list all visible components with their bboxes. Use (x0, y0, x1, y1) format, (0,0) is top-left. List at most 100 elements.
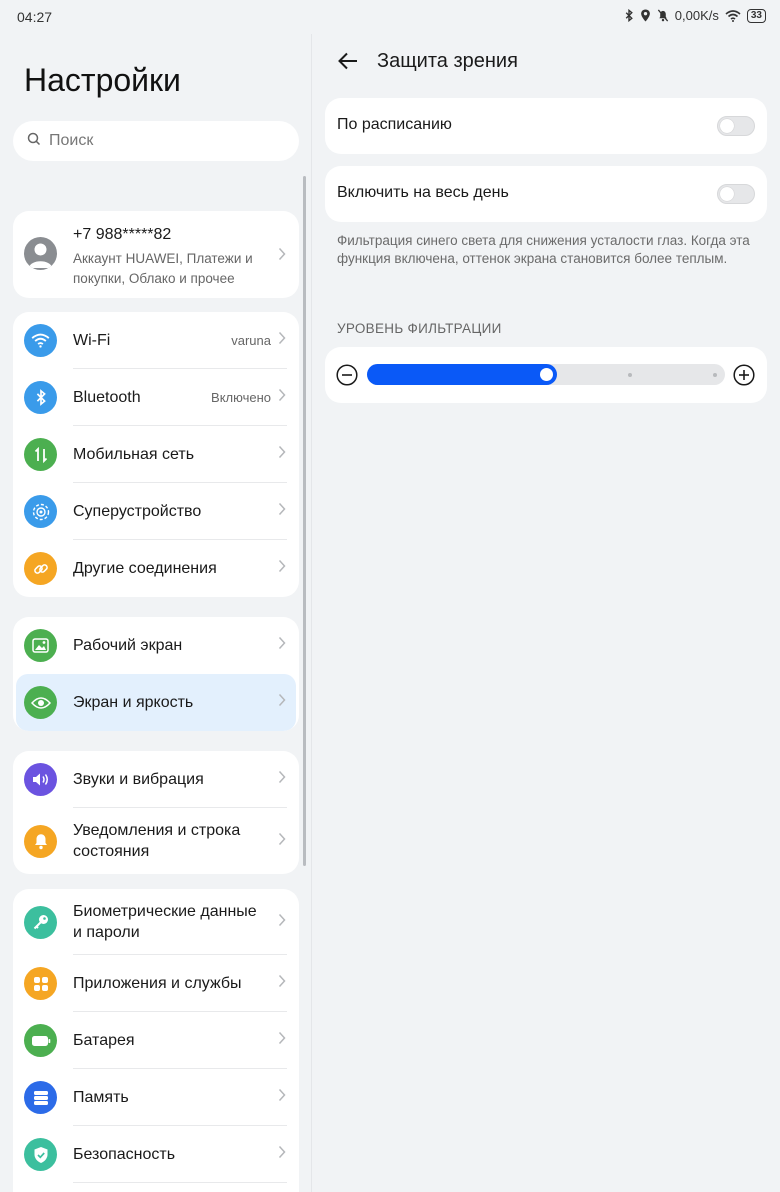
sidebar-item-apps[interactable]: Приложения и службы (13, 955, 299, 1012)
key-icon (24, 905, 57, 939)
sidebar-item-label: Рабочий экран (73, 637, 183, 654)
filter-level-heading: УРОВЕНЬ ФИЛЬТРАЦИИ (337, 321, 502, 336)
slider-step-dot (628, 373, 633, 377)
sidebar-item-label: Другие соединения (73, 560, 217, 577)
superdevice-icon (24, 495, 57, 528)
search-bar[interactable] (13, 121, 299, 161)
chevron-right-icon (278, 1145, 286, 1164)
sidebar-item-home-screen[interactable]: Рабочий экран (13, 617, 299, 674)
sound-icon (24, 763, 57, 796)
sidebar-item-storage[interactable]: Память (13, 1069, 299, 1126)
wifi-status-icon (725, 9, 741, 22)
sidebar-item-superdevice[interactable]: Суперустройство (13, 483, 299, 540)
sidebar-item-mobile-network[interactable]: Мобильная сеть (13, 426, 299, 483)
bluetooth-status-icon (624, 9, 634, 22)
all-day-toggle[interactable] (717, 184, 755, 204)
page-title: Настройки (24, 62, 181, 98)
chevron-right-icon (278, 832, 286, 851)
avatar (24, 237, 57, 270)
bluetooth-icon (24, 381, 57, 414)
home-screen-icon (24, 629, 57, 662)
filter-level-card (325, 347, 767, 403)
connectivity-card: Wi-Fi varuna Bluetooth Включено Мобильна… (13, 312, 299, 597)
sidebar-item-value: Включено (211, 390, 271, 405)
apps-icon (24, 967, 57, 1000)
link-icon (24, 552, 57, 585)
chevron-right-icon (278, 445, 286, 464)
sidebar-item-battery[interactable]: Батарея (13, 1012, 299, 1069)
battery-indicator: 33 (746, 8, 766, 23)
schedule-label: По расписанию (337, 116, 452, 133)
status-bar: 04:27 0,00K/s 33 (0, 0, 780, 34)
filter-level-slider[interactable] (367, 364, 725, 385)
sidebar-item-display-brightness[interactable]: Экран и яркость (16, 674, 296, 731)
chevron-right-icon (278, 502, 286, 521)
list-item (13, 1183, 299, 1192)
sidebar-item-value: varuna (231, 333, 271, 348)
sidebar-item-bluetooth[interactable]: Bluetooth Включено (13, 369, 299, 426)
all-day-label: Включить на весь день (337, 184, 509, 201)
chevron-right-icon (278, 974, 286, 993)
account-phone: +7 988*****82 (73, 226, 172, 243)
shield-icon (24, 1138, 57, 1171)
storage-icon (24, 1081, 57, 1114)
schedule-toggle[interactable] (717, 116, 755, 136)
chevron-right-icon (278, 1088, 286, 1107)
sidebar-item-label: Wi-Fi (73, 332, 111, 349)
chevron-right-icon (278, 559, 286, 578)
bell-icon (24, 824, 57, 858)
sidebar-item-security[interactable]: Безопасность (13, 1126, 299, 1183)
chevron-right-icon (278, 770, 286, 789)
sidebar-item-other-connections[interactable]: Другие соединения (13, 540, 299, 597)
search-icon (27, 132, 41, 151)
account-subtitle: Аккаунт HUAWEI, Платежи и покупки, Облак… (73, 251, 253, 286)
battery-icon (24, 1024, 57, 1057)
sidebar-item-label: Экран и яркость (73, 694, 194, 711)
slider-step-dot (712, 373, 717, 377)
chevron-right-icon (278, 1031, 286, 1050)
eye-icon (24, 686, 57, 719)
sidebar-item-notifications[interactable]: Уведомления и строка состояния (13, 808, 299, 874)
sidebar-item-label: Звуки и вибрация (73, 771, 204, 788)
chevron-right-icon (278, 331, 286, 350)
chevron-right-icon (278, 913, 286, 932)
wifi-icon (24, 324, 57, 357)
search-input[interactable] (49, 132, 269, 150)
slider-thumb[interactable] (539, 368, 553, 381)
all-day-row[interactable]: Включить на весь день (325, 166, 767, 222)
net-speed: 0,00K/s (674, 8, 719, 23)
status-time: 04:27 (17, 9, 53, 25)
chevron-right-icon (278, 388, 286, 407)
status-icons: 0,00K/s 33 (624, 8, 766, 23)
mute-icon (657, 9, 669, 22)
back-arrow-icon[interactable] (336, 49, 360, 78)
eye-comfort-description: Фильтрация синего света для снижения уст… (337, 233, 750, 266)
chevron-right-icon (278, 636, 286, 655)
chevron-right-icon (278, 247, 286, 266)
sidebar-item-label: Биометрические данные и пароли (73, 903, 257, 941)
account-row[interactable]: +7 988*****82 Аккаунт HUAWEI, Платежи и … (13, 211, 299, 298)
sidebar-item-label: Безопасность (73, 1146, 176, 1163)
sidebar-item-label: Суперустройство (73, 503, 202, 520)
account-card[interactable]: +7 988*****82 Аккаунт HUAWEI, Платежи и … (13, 211, 299, 298)
system-card: Биометрические данные и пароли Приложени… (13, 889, 299, 1192)
sidebar-item-label: Память (73, 1089, 129, 1106)
mobile-network-icon (24, 438, 57, 471)
sidebar-item-label: Уведомления и строка состояния (73, 822, 241, 860)
pane-divider (311, 34, 312, 1192)
sidebar-item-label: Мобильная сеть (73, 446, 195, 463)
sidebar-item-wifi[interactable]: Wi-Fi varuna (13, 312, 299, 369)
location-icon (640, 9, 651, 22)
sidebar-item-label: Батарея (73, 1032, 135, 1049)
sidebar-item-label: Приложения и службы (73, 975, 242, 992)
sidebar-item-label: Bluetooth (73, 389, 141, 406)
chevron-right-icon (278, 693, 286, 712)
detail-title: Защита зрения (377, 50, 518, 72)
display-card: Рабочий экран Экран и яркость (13, 617, 299, 731)
left-scrollbar[interactable] (303, 176, 306, 866)
plus-circle-icon[interactable] (733, 364, 755, 391)
schedule-row[interactable]: По расписанию (325, 98, 767, 154)
minus-circle-icon[interactable] (336, 364, 358, 391)
sidebar-item-biometrics[interactable]: Биометрические данные и пароли (13, 889, 299, 955)
sidebar-item-sound[interactable]: Звуки и вибрация (13, 751, 299, 808)
